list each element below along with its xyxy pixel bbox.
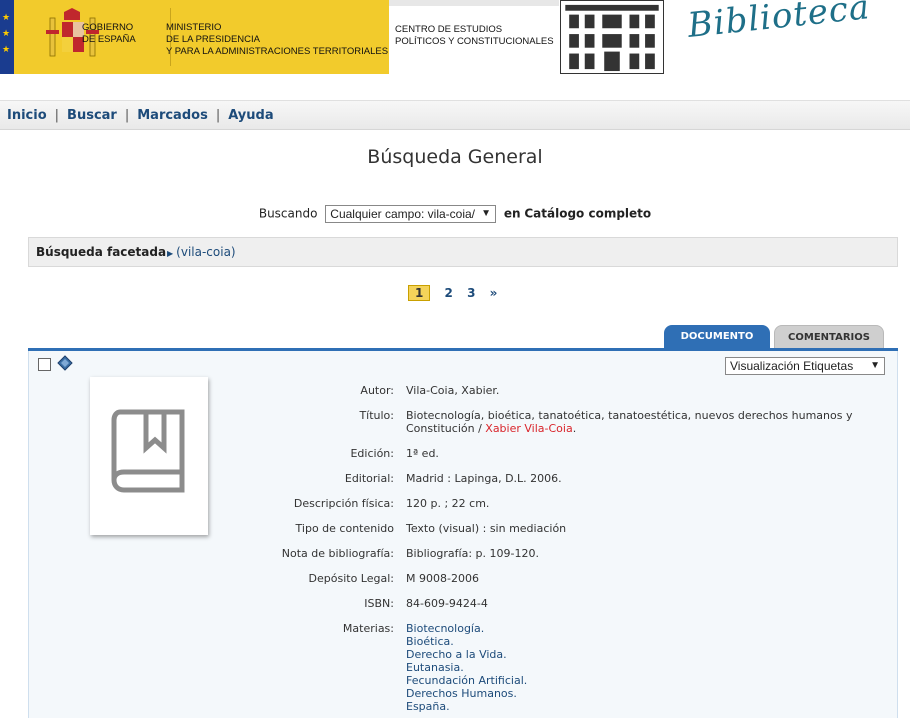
facet-term-link[interactable]: ▶ (vila-coia) — [167, 245, 236, 259]
faceted-search-label: Búsqueda facetada — [36, 245, 167, 259]
main-nav: Inicio | Buscar | Marcados | Ayuda — [0, 100, 910, 130]
select-record-checkbox[interactable] — [38, 358, 51, 371]
dropdown-arrow-icon: ▼ — [481, 208, 492, 219]
site-header: ★ ★ ★ GOBIERNO DE ESPAÑA MINISTERIO DE L… — [0, 0, 910, 100]
center-bar — [389, 0, 559, 6]
title-author-link[interactable]: Xabier Vila-Coia — [485, 422, 572, 435]
facet-term-text: (vila-coia) — [176, 245, 236, 259]
tab-documento[interactable]: DOCUMENTO — [664, 325, 770, 349]
ministry-label: MINISTERIO DE LA PRESIDENCIA Y PARA LA A… — [166, 22, 388, 58]
field-value: M 9008-2006 — [406, 572, 479, 585]
book-cover[interactable] — [90, 377, 208, 535]
search-prefix: Buscando — [258, 206, 318, 221]
subject-link[interactable]: Biotecnología. — [406, 622, 876, 635]
title-value: Biotecnología, bioética, tanatoética, ta… — [406, 409, 876, 435]
field-label: Edición: — [350, 447, 394, 460]
subject-link[interactable]: Eutanasia. — [406, 661, 876, 674]
center-label: CENTRO DE ESTUDIOS POLÍTICOS Y CONSTITUC… — [395, 24, 554, 48]
ministry-line-1: MINISTERIO — [166, 22, 222, 33]
field-label: Editorial: — [344, 472, 394, 485]
field-value: 1ª ed. — [406, 447, 439, 460]
search-field-select[interactable]: Cualquier campo: vila-coia/ ▼ — [325, 205, 497, 223]
field-value: 120 p. ; 22 cm. — [406, 497, 490, 510]
center-line-1: CENTRO DE ESTUDIOS — [395, 24, 503, 35]
nav-separator: | — [54, 108, 60, 123]
gov-line-1: GOBIERNO — [82, 22, 134, 33]
field-label: Nota de bibliografía: — [281, 547, 394, 560]
subject-link[interactable]: Bioética. — [406, 635, 876, 648]
title-text: Biotecnología, bioética, tanatoética, ta… — [406, 409, 853, 435]
field-label: Título: — [359, 409, 394, 422]
pagination: 1 2 3 » — [408, 285, 507, 301]
nav-inicio[interactable]: Inicio — [7, 108, 47, 123]
page-title: Búsqueda General — [367, 146, 543, 168]
page-current: 1 — [408, 285, 431, 301]
gov-line-2: DE ESPAÑA — [82, 34, 136, 45]
catalog-label: Catálogo completo — [524, 206, 652, 221]
nav-ayuda[interactable]: Ayuda — [228, 108, 273, 123]
record-panel: Visualización Etiquetas ▼ Autor: Vila-Coi… — [28, 351, 898, 718]
bookmark-tag-icon[interactable] — [57, 355, 73, 371]
field-value: Madrid : Lapinga, D.L. 2006. — [406, 472, 562, 485]
search-field-value: Cualquier campo: vila-coia/ — [330, 207, 476, 221]
biblioteca-logo[interactable]: Biblioteca — [686, 0, 872, 46]
nav-marcados[interactable]: Marcados — [137, 108, 208, 123]
ministry-line-2: DE LA PRESIDENCIA — [166, 34, 260, 45]
subject-link[interactable]: Derecho a la Vida. — [406, 648, 876, 661]
nav-buscar[interactable]: Buscar — [67, 108, 117, 123]
field-value: Bibliografía: p. 109-120. — [406, 547, 539, 560]
tab-comentarios[interactable]: COMENTARIOS — [774, 325, 884, 349]
field-label: Autor: — [360, 384, 394, 397]
eu-flag: ★ ★ ★ — [0, 0, 14, 74]
page-link-2[interactable]: 2 — [445, 286, 453, 300]
title-end: . — [572, 422, 577, 435]
book-icon — [111, 409, 185, 493]
page-link-3[interactable]: 3 — [467, 286, 475, 300]
nav-separator: | — [124, 108, 130, 123]
subject-link[interactable]: España. — [406, 700, 876, 713]
author-link[interactable]: Vila-Coia, Xabier. — [406, 384, 876, 397]
field-label: Materias: — [342, 622, 394, 635]
search-summary: Buscando Cualquier campo: vila-coia/ ▼ en… — [0, 205, 910, 223]
government-label: GOBIERNO DE ESPAÑA — [82, 22, 136, 46]
search-in-label: en — [503, 206, 521, 221]
ministry-line-3: Y PARA LA ADMINISTRACIONES TERRITORIALES — [166, 46, 389, 57]
subject-link[interactable]: Derechos Humanos. — [406, 687, 876, 700]
field-label: Tipo de contenido — [295, 522, 394, 535]
subjects-list: Biotecnología. Bioética. Derecho a la Vi… — [406, 622, 876, 713]
field-label: ISBN: — [364, 597, 394, 610]
dropdown-arrow-icon: ▼ — [870, 360, 880, 371]
field-label: Descripción física: — [293, 497, 394, 510]
field-value: Texto (visual) : sin mediación — [406, 522, 567, 535]
field-label: Depósito Legal: — [308, 572, 394, 585]
faceted-search-bar: Búsqueda facetada ▶ (vila-coia) — [28, 237, 898, 267]
view-mode-select[interactable]: Visualización Etiquetas ▼ — [725, 357, 885, 375]
building-logo-icon — [560, 0, 664, 74]
field-value: 84-609-9424-4 — [406, 597, 488, 610]
facet-arrow-icon: ▶ — [167, 249, 174, 258]
subject-link[interactable]: Fecundación Artificial. — [406, 674, 876, 687]
center-line-2: POLÍTICOS Y CONSTITUCIONALES — [395, 36, 554, 47]
page-next[interactable]: » — [490, 286, 498, 300]
view-mode-value: Visualización Etiquetas — [730, 359, 854, 373]
nav-separator: | — [215, 108, 221, 123]
